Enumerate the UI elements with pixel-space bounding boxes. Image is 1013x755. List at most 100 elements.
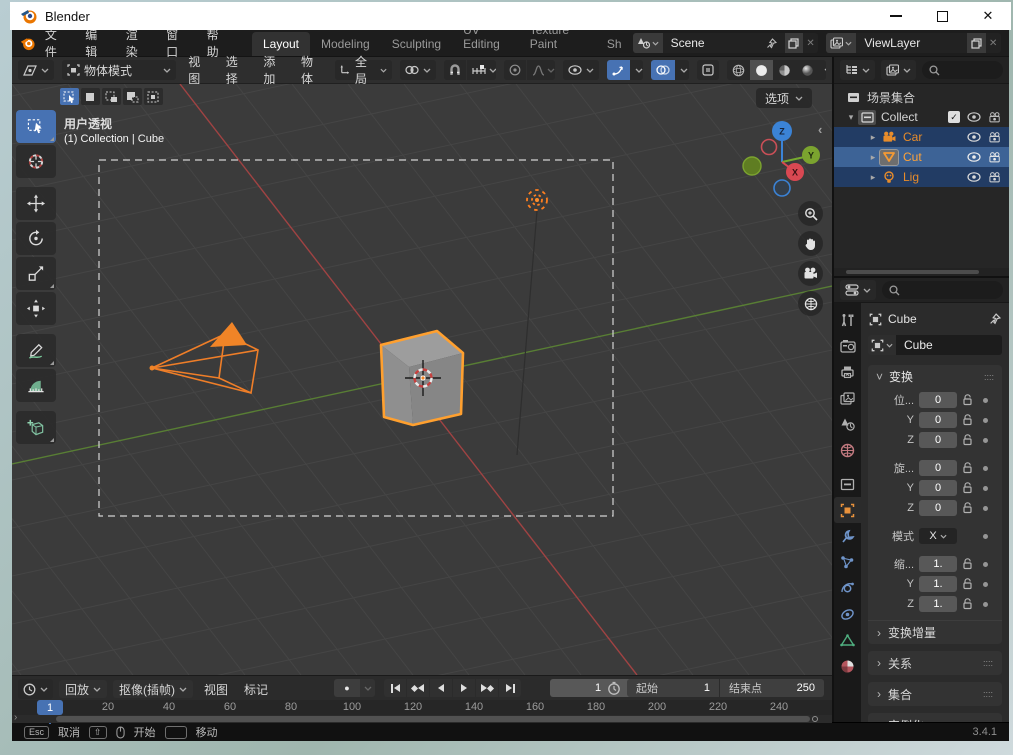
tab-object[interactable] (834, 497, 861, 523)
shading-material-button[interactable] (773, 60, 797, 80)
properties-search-input[interactable] (882, 281, 1003, 299)
timeline-menu-markers[interactable]: 标记 (239, 681, 273, 698)
navigation-gizmo[interactable]: Z Y X (737, 116, 829, 200)
cube-disclosure[interactable]: ▸ (866, 152, 880, 163)
outliner-row-light[interactable]: ▸ Lig (834, 167, 1009, 187)
new-scene-icon[interactable] (784, 33, 803, 53)
tab-render[interactable] (834, 333, 861, 359)
camera-render-toggle[interactable] (984, 131, 1005, 143)
play-reverse-button[interactable] (430, 679, 452, 697)
pivot-dropdown[interactable] (400, 60, 437, 80)
select-mode-tweak[interactable] (60, 88, 79, 105)
show-overlays-toggle[interactable] (651, 60, 676, 80)
rotation-mode-dropdown[interactable]: X (919, 528, 957, 544)
location-x-field[interactable]: 0 (919, 392, 957, 408)
viewlayer-name[interactable]: ViewLayer (856, 33, 968, 53)
mode-dropdown[interactable]: 物体模式 (62, 60, 177, 80)
cube-hide-toggle[interactable] (963, 152, 984, 162)
tab-material[interactable] (834, 653, 861, 679)
timeline-scrollbar[interactable] (56, 716, 810, 722)
lock-icon[interactable] (962, 558, 973, 570)
orientation-dropdown[interactable]: 全局 (334, 55, 393, 86)
location-y-field[interactable]: 0 (919, 412, 957, 428)
select-mode-extend[interactable] (102, 88, 121, 105)
pin-icon[interactable] (989, 313, 1001, 325)
tool-transform[interactable] (16, 292, 56, 325)
menu-viewport-add[interactable]: 添加 (259, 53, 289, 87)
scale-y-field[interactable]: 1. (919, 576, 957, 592)
sidebar-toggle-chevron[interactable]: ‹ (818, 122, 822, 137)
tool-measure[interactable] (16, 369, 56, 402)
pan-button[interactable] (798, 231, 823, 256)
animate-dot[interactable] (983, 601, 988, 607)
jump-to-end-button[interactable] (499, 679, 521, 697)
light-hide-toggle[interactable] (963, 172, 984, 182)
keying-dropdown[interactable]: 抠像(插帧) (113, 680, 194, 698)
outliner-scrollbar[interactable] (846, 270, 979, 274)
menu-render[interactable]: 渲染 (117, 30, 157, 60)
drag-dots-icon[interactable]: :::: (984, 372, 994, 381)
light-object[interactable] (526, 189, 548, 211)
relations-panel[interactable]: › 关系 :::: (868, 651, 1002, 675)
outliner-search-input[interactable] (922, 61, 1003, 79)
close-button[interactable]: ✕ (965, 2, 1011, 30)
scene-name[interactable]: Scene (662, 33, 785, 53)
scale-z-field[interactable]: 1. (919, 596, 957, 612)
tab-physics[interactable] (834, 575, 861, 601)
auto-keying-dropdown[interactable] (360, 679, 375, 697)
lock-icon[interactable] (962, 414, 973, 426)
visibility-dropdown[interactable] (562, 60, 599, 80)
lock-icon[interactable] (962, 482, 973, 494)
zoom-button[interactable] (798, 201, 823, 226)
collection-checkbox[interactable]: ✓ (948, 111, 960, 123)
tool-rotate[interactable] (16, 222, 56, 255)
shading-solid-button[interactable] (750, 60, 774, 80)
scene-icon[interactable] (632, 33, 663, 53)
tab-view-layer[interactable] (834, 385, 861, 411)
gizmo-axis-x-neg[interactable] (760, 138, 778, 156)
overlays-dropdown[interactable] (675, 60, 690, 80)
tab-modifiers[interactable] (834, 523, 861, 549)
show-gizmo-toggle[interactable] (606, 60, 630, 80)
minimize-button[interactable] (873, 2, 919, 30)
lock-icon[interactable] (962, 598, 973, 610)
xray-toggle[interactable] (697, 60, 720, 80)
gizmo-axis-z-neg[interactable] (773, 179, 791, 197)
tab-tool[interactable] (834, 307, 861, 333)
tool-scale[interactable] (16, 257, 56, 290)
object-name-field[interactable]: Cube (896, 335, 1002, 355)
menu-viewport-view[interactable]: 视图 (184, 53, 214, 87)
unlink-scene-icon[interactable]: ✕ (802, 33, 819, 53)
rotation-y-field[interactable]: 0 (919, 480, 957, 496)
frame-start-field[interactable]: 起始 1 (627, 679, 719, 697)
snap-toggle[interactable] (444, 60, 467, 80)
prev-keyframe-button[interactable] (407, 679, 429, 697)
tab-object-data[interactable] (834, 627, 861, 653)
animate-dot[interactable] (983, 417, 988, 423)
editor-type-button[interactable] (18, 60, 54, 80)
tab-sculpting[interactable]: Sculpting (381, 32, 452, 56)
menu-viewport-select[interactable]: 选择 (222, 53, 252, 87)
instancing-panel[interactable]: › 实例化 :::: (868, 713, 1002, 722)
tab-output[interactable] (834, 359, 861, 385)
tab-scene[interactable] (834, 411, 861, 437)
stopwatch-icon[interactable] (607, 681, 621, 695)
camera-disclosure[interactable]: ▸ (866, 132, 880, 143)
animate-dot[interactable] (983, 485, 988, 491)
animate-dot[interactable] (983, 561, 988, 567)
jump-to-start-button[interactable] (384, 679, 406, 697)
collection-disclosure[interactable]: ▾ (844, 112, 858, 123)
timeline-menu-view[interactable]: 视图 (199, 681, 233, 698)
rotation-z-field[interactable]: 0 (919, 500, 957, 516)
scene-collection-row[interactable]: 场景集合 (834, 87, 1009, 107)
shading-dropdown[interactable] (819, 60, 826, 80)
outliner-editor-type-button[interactable] (840, 60, 875, 80)
select-mode-intersect[interactable] (144, 88, 163, 105)
tab-world[interactable] (834, 437, 861, 463)
timeline-zoom-handle[interactable] (812, 716, 818, 722)
viewport-canvas[interactable]: 选项 用户透视 (1) Collection | Cube Z Y X ‹ (12, 84, 832, 675)
delta-transform-panel[interactable]: › 变换增量 (868, 620, 1002, 644)
lock-icon[interactable] (962, 394, 973, 406)
tool-add-cube[interactable] (16, 411, 56, 444)
shading-rendered-button[interactable] (796, 60, 820, 80)
